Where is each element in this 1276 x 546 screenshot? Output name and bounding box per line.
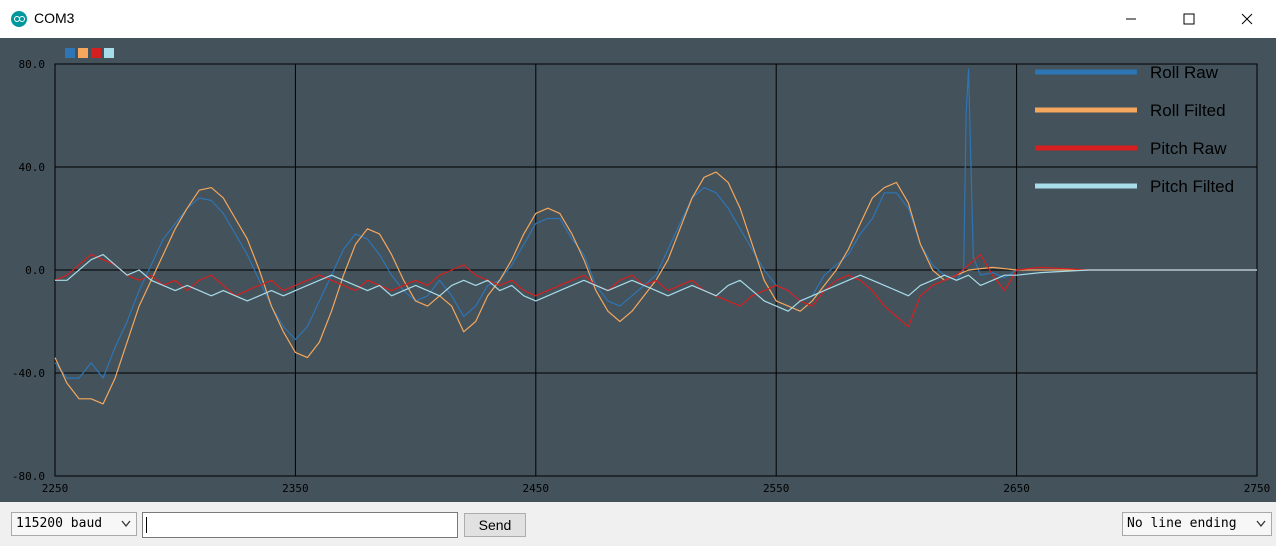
minimize-icon [1126,18,1136,20]
line-ending-select[interactable]: No line ending [1122,512,1272,536]
text-caret [146,517,147,533]
legend-swatch [104,48,114,58]
legend-label: Pitch Filted [1150,177,1234,196]
series-line-1 [54,171,1257,405]
legend-swatch [91,48,101,58]
window-title: COM3 [34,10,75,26]
series-line-0 [54,68,1257,379]
legend-label: Roll Filted [1150,101,1226,120]
x-tick-label: 2650 [1003,482,1030,495]
minimize-button[interactable] [1102,0,1160,38]
serial-plotter: 2250 2350 2450 2550 2650 2750 80.0 40.0 0.0 -40.0… [0,38,1276,502]
baud-rate-select[interactable]: 115200 baud [11,512,137,536]
legend-label: Roll Raw [1150,63,1219,82]
legend-swatch [78,48,88,58]
x-tick-label: 2250 [42,482,69,495]
send-button[interactable]: Send [464,513,526,537]
line-ending-value: No line ending [1127,516,1237,531]
baud-rate-value: 115200 baud [16,516,103,531]
plot-chart: 2250 2350 2450 2550 2650 2750 80.0 40.0 0.0 -40.0… [12,48,1271,495]
y-tick-label: -40.0 [12,367,45,380]
series-line-3 [55,254,1257,312]
maximize-button[interactable] [1160,0,1218,38]
x-tick-label: 2450 [523,482,550,495]
close-button[interactable] [1218,0,1276,38]
chevron-down-icon [1256,520,1266,528]
arduino-icon [11,11,27,27]
y-tick-label: -80.0 [12,470,45,483]
maximize-icon [1183,13,1195,25]
x-tick-label: 2750 [1244,482,1271,495]
y-tick-label: 0.0 [25,264,45,277]
x-tick-label: 2550 [763,482,790,495]
x-tick-label: 2350 [282,482,309,495]
close-icon [1241,13,1253,25]
bottom-toolbar: 115200 baud Send No line ending [0,502,1276,546]
title-bar: COM3 [0,0,1276,38]
chevron-down-icon [121,520,131,528]
y-tick-label: 80.0 [19,58,46,71]
legend-label: Pitch Raw [1150,139,1227,158]
send-input[interactable] [142,512,458,538]
legend-swatch [65,48,75,58]
y-tick-label: 40.0 [19,161,46,174]
